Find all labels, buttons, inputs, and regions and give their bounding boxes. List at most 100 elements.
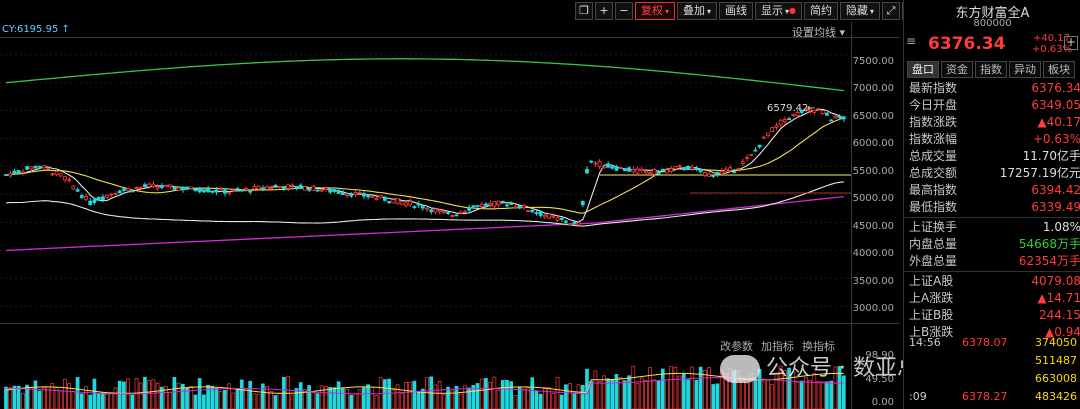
volume-bar	[374, 395, 379, 409]
candle	[496, 200, 501, 206]
overlay-dropdown[interactable]: 叠加 ▾	[677, 2, 718, 20]
candle	[433, 208, 438, 213]
candle	[395, 198, 400, 205]
candle	[724, 168, 728, 172]
candle	[568, 223, 573, 226]
y-tick: 6500.00	[852, 111, 894, 122]
volume-bar	[433, 384, 438, 409]
stat-label: 总成交量	[909, 149, 958, 163]
candle	[378, 195, 383, 199]
divider	[904, 217, 1080, 218]
candle	[67, 179, 72, 182]
volume-bar	[627, 375, 631, 409]
volume-bar	[698, 366, 703, 409]
candle	[627, 167, 631, 172]
tab-movers[interactable]: 异动	[1009, 61, 1041, 78]
zoom-in-button[interactable]: +	[595, 2, 613, 20]
zoom-out-button[interactable]: −	[615, 2, 633, 20]
y-tick: 3000.00	[852, 303, 894, 314]
stat-label: 上证B股	[909, 308, 954, 322]
volume-bar	[644, 380, 648, 409]
candle	[500, 200, 505, 203]
candle	[639, 168, 644, 171]
stat-value: 62354万手	[1018, 254, 1080, 268]
tab-index[interactable]: 指数	[975, 61, 1007, 78]
restore-icon[interactable]: ❐	[575, 2, 593, 20]
candle	[273, 184, 278, 187]
candle	[349, 193, 354, 197]
candle	[597, 161, 602, 167]
candle	[252, 186, 257, 190]
volume-bar	[214, 387, 219, 409]
volume-bar	[353, 393, 358, 409]
draw-line-button[interactable]: 画线	[719, 2, 754, 20]
hide-dropdown[interactable]: 隐藏 ▾	[840, 2, 881, 20]
candle	[189, 186, 194, 190]
volume-bar	[231, 392, 236, 409]
tab-sectors[interactable]: 板块	[1043, 61, 1075, 78]
ma-white-line	[6, 108, 845, 223]
candle	[340, 192, 345, 195]
volume-bar	[16, 385, 21, 409]
volume-bar	[593, 370, 598, 409]
candle	[534, 212, 539, 215]
candle	[303, 186, 307, 191]
volume-bar	[635, 383, 640, 409]
kline-chart[interactable]: 6579.42 ←	[0, 38, 851, 323]
candle	[130, 190, 135, 193]
volume-bar	[168, 391, 173, 409]
candle	[757, 144, 762, 148]
expand-icon[interactable]: ⤢	[882, 2, 901, 20]
volume-bar	[521, 388, 526, 409]
wechat-icon	[720, 355, 760, 383]
volume-bar	[202, 394, 206, 409]
quote-window: { "toolbar": { "restore_icon": "restore-…	[0, 0, 1080, 409]
tab-funds[interactable]: 资金	[941, 61, 973, 78]
tick-price: 6378.07	[962, 336, 1008, 349]
stat-label: 最高指数	[909, 183, 958, 197]
volume-bar	[820, 381, 825, 409]
stat-value: 54668万手	[1018, 237, 1080, 251]
y-tick: 4500.00	[852, 221, 894, 232]
candle	[37, 165, 42, 168]
candle	[698, 169, 703, 173]
stat-value: ▲40.17	[1037, 115, 1080, 129]
candle	[631, 169, 636, 173]
volume-bar	[648, 367, 652, 409]
candle	[538, 210, 543, 216]
candle	[75, 189, 80, 192]
candle	[92, 199, 97, 204]
candle	[644, 170, 648, 174]
candle	[71, 185, 76, 190]
y-axis: 7500.00 7000.00 6500.00 6000.00 5500.00 …	[852, 38, 900, 323]
ma-yellow-line	[6, 117, 845, 214]
volume-bar	[357, 389, 362, 409]
candle	[391, 199, 396, 204]
tab-order-book[interactable]: 盘口	[907, 61, 939, 78]
stat-value: 6394.42	[1031, 183, 1080, 197]
menu-icon[interactable]: ≡	[906, 34, 916, 48]
volume-bar	[399, 393, 404, 409]
volume-bar	[517, 387, 522, 409]
candle	[172, 187, 177, 190]
display-dropdown[interactable]: 显示 ▾●	[755, 2, 803, 20]
volume-bar	[454, 385, 459, 409]
candle	[551, 215, 556, 218]
fuquan-dropdown[interactable]: 复权 ▾	[635, 2, 676, 20]
volume-bar	[580, 385, 585, 409]
candle	[736, 167, 741, 170]
volume-bar	[75, 377, 80, 409]
volume-bar	[766, 379, 770, 409]
candle	[180, 186, 185, 191]
candle	[155, 186, 160, 190]
brief-button[interactable]: 简约	[804, 2, 839, 20]
volume-bar	[172, 377, 177, 409]
candle	[732, 171, 737, 174]
candle	[206, 188, 210, 193]
volume-bar	[79, 393, 84, 409]
stat-label: 最低指数	[909, 200, 958, 214]
volume-bar	[88, 394, 93, 409]
volume-bar	[58, 390, 63, 409]
add-watchlist-icon[interactable]: +	[1064, 36, 1078, 50]
candle	[580, 200, 585, 206]
